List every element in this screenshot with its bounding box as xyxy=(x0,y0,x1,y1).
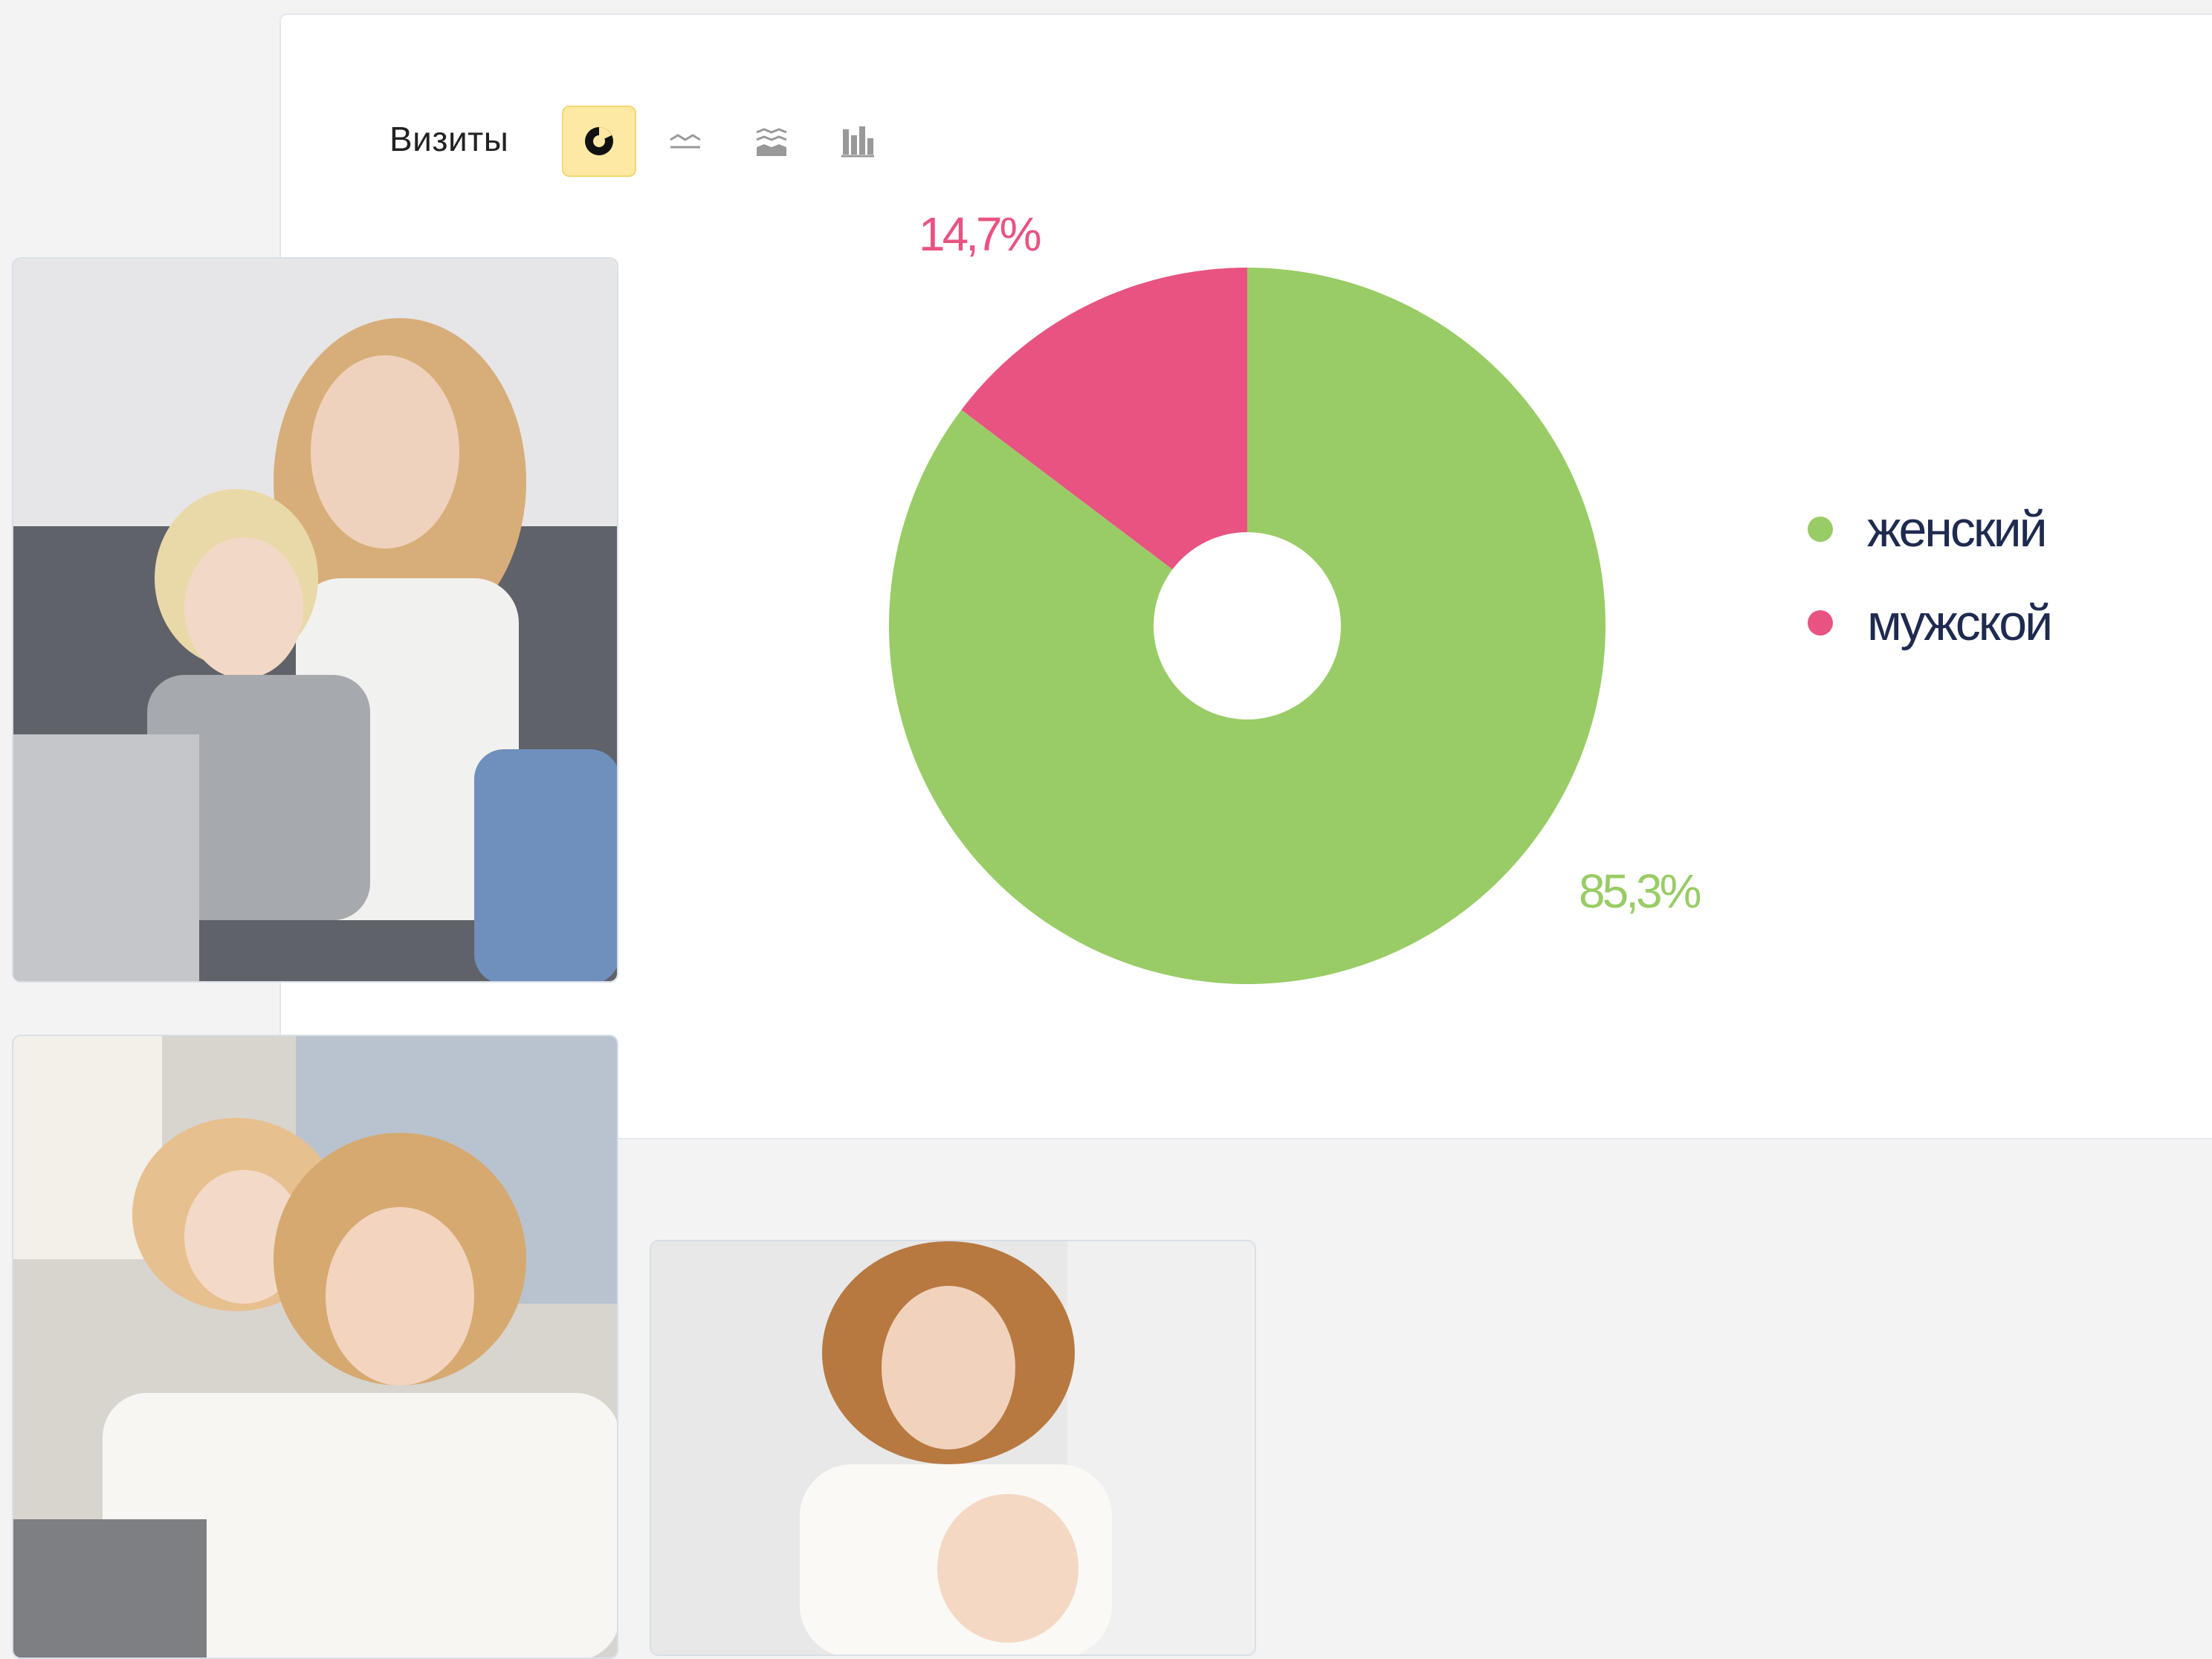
legend-dot-male xyxy=(1808,610,1833,636)
legend-label-female: женский xyxy=(1867,501,2048,557)
legend-item-male[interactable]: мужской xyxy=(1808,595,2053,651)
slice-label-male: 14,7% xyxy=(919,207,1041,261)
legend-dot-female xyxy=(1808,517,1833,542)
legend-label-male: мужской xyxy=(1867,595,2053,651)
photo-mother-daughter-laptop xyxy=(12,1035,618,1659)
photo-mother-baby xyxy=(650,1240,1256,1656)
legend: женский мужской xyxy=(1808,501,2053,693)
slice-label-female: 85,3% xyxy=(1579,864,1701,918)
legend-item-female[interactable]: женский xyxy=(1808,501,2051,557)
photo-mother-son-laptop xyxy=(12,257,618,983)
